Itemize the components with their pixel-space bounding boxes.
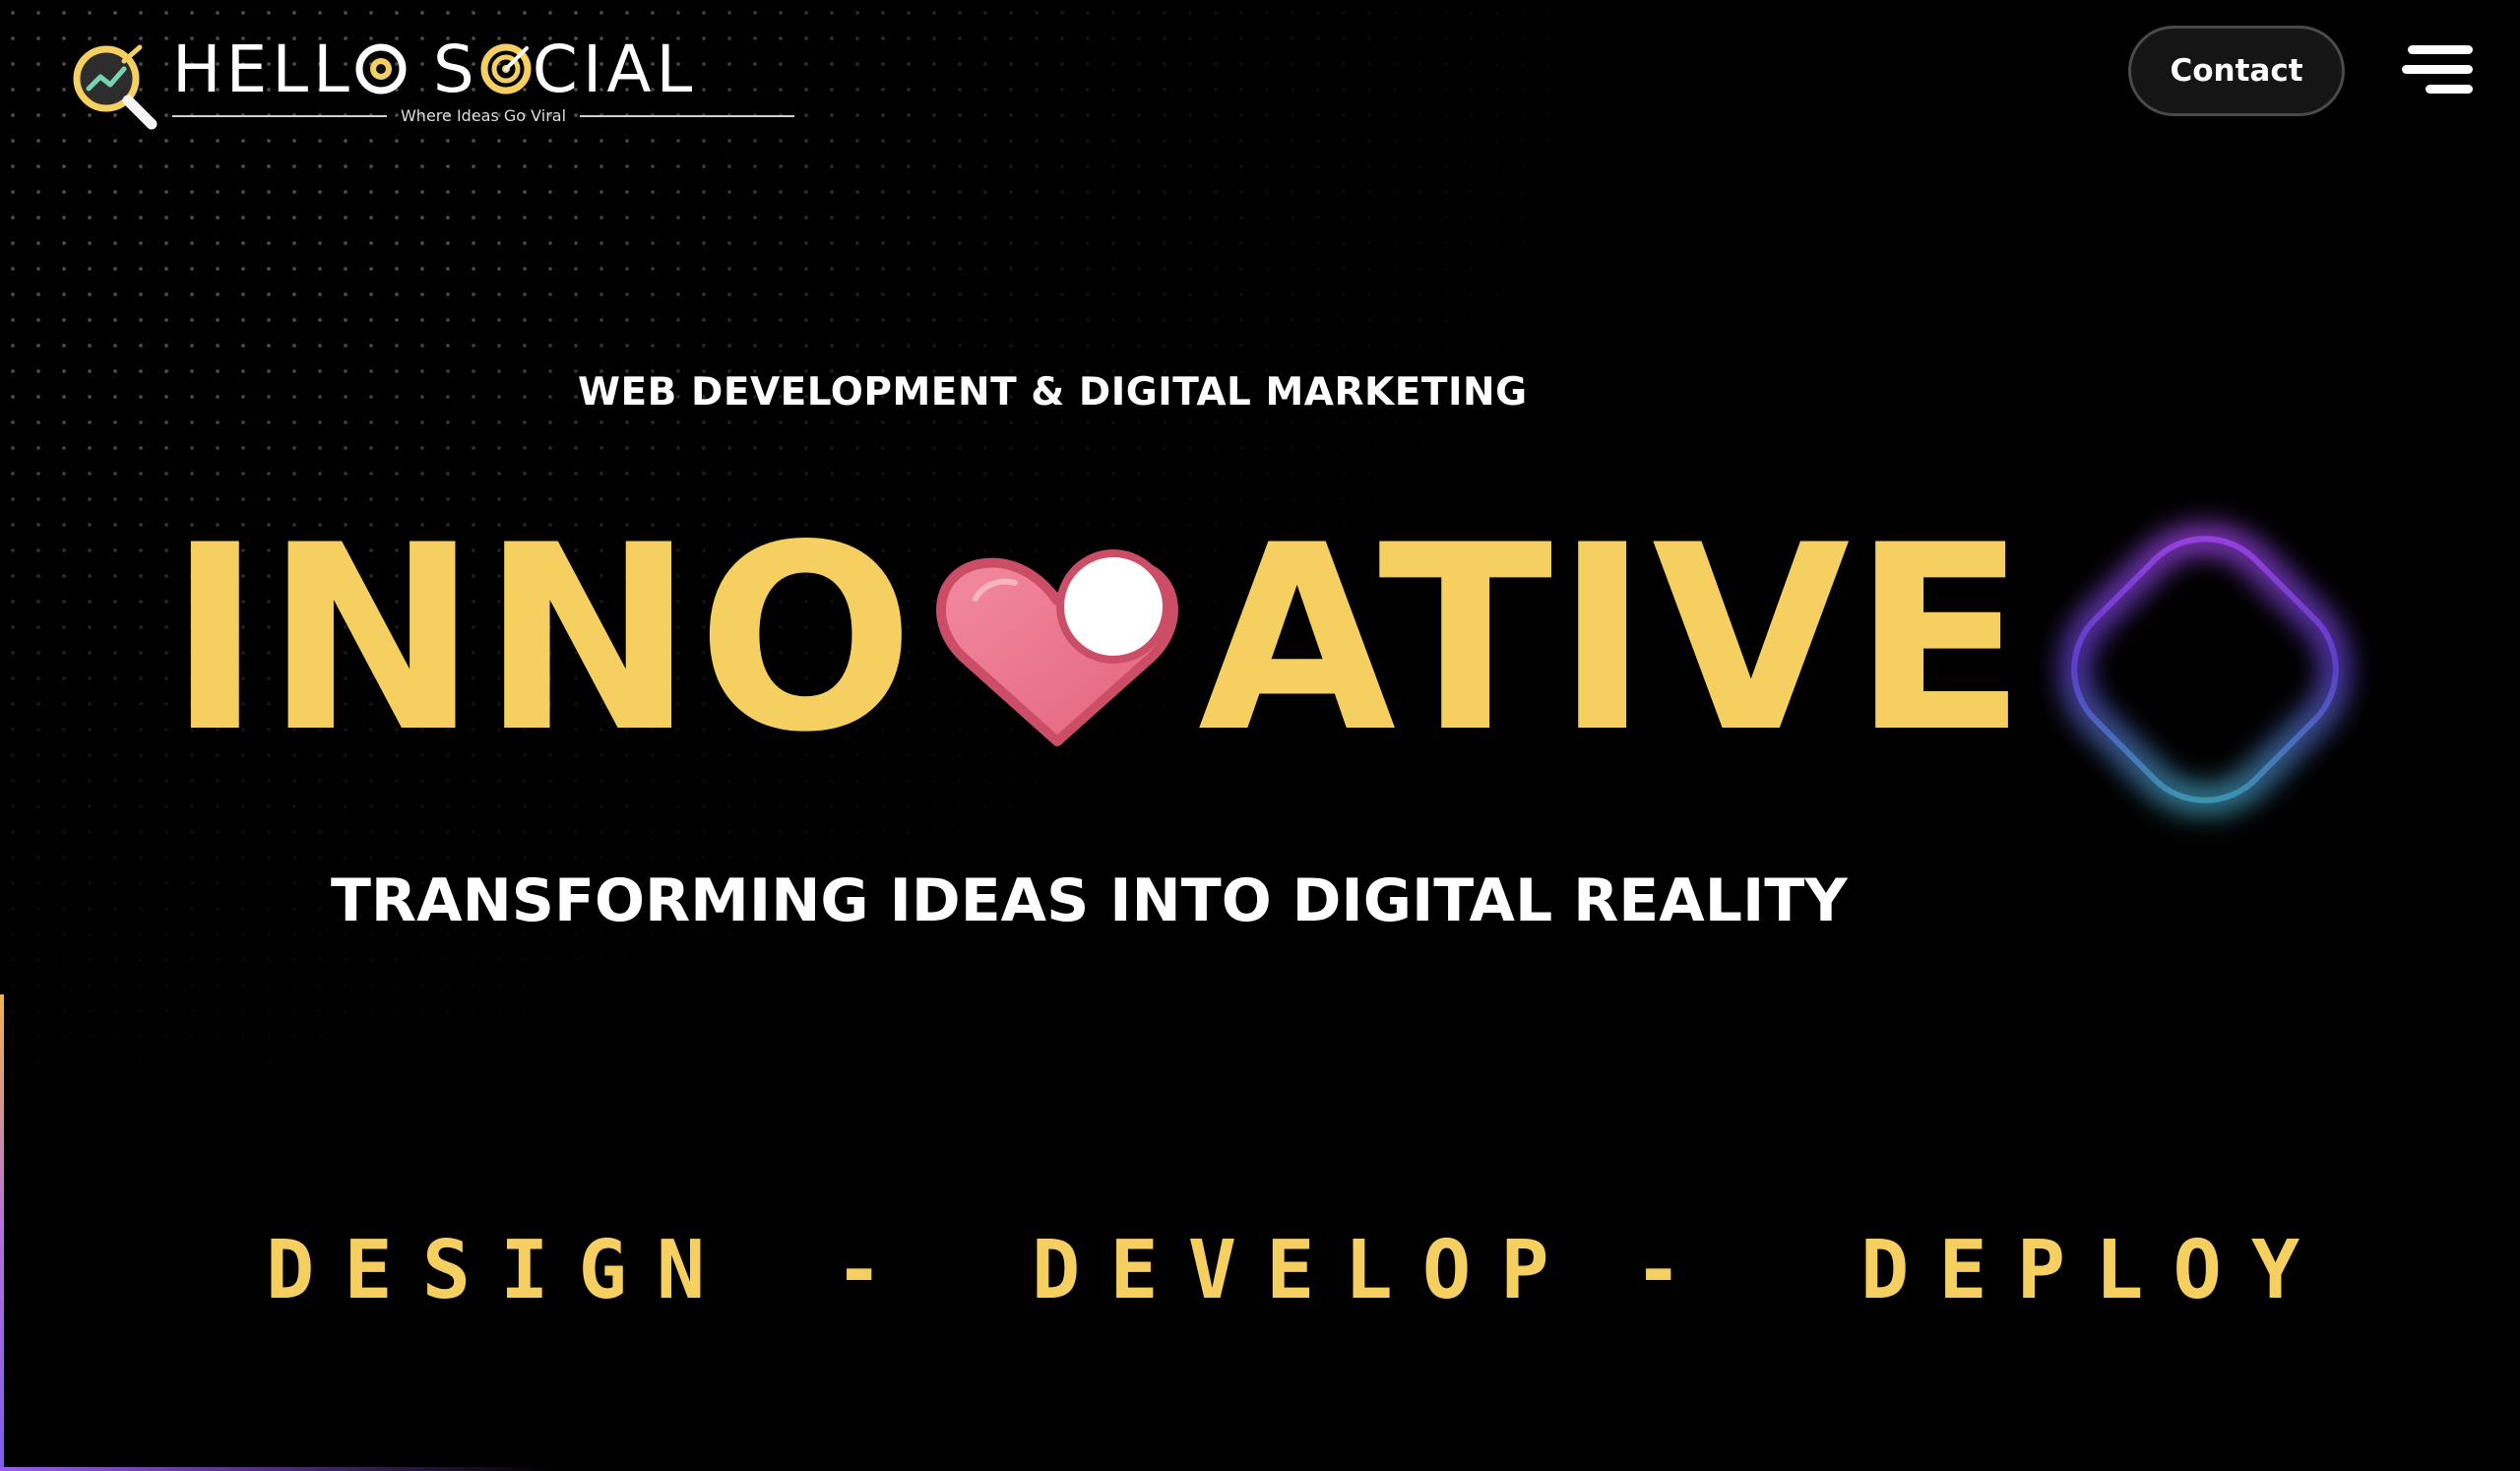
target-o-icon xyxy=(480,43,532,95)
brand-text-left: HELL xyxy=(172,32,354,107)
magnifier-logo-icon xyxy=(73,44,158,130)
process-steps: DESIGN - DEVELOP - DEPLOY xyxy=(266,1224,2300,1329)
hero-headline: INNO ATIVE xyxy=(167,492,2029,788)
brand-wordmark: HELL S CIAL xyxy=(172,37,697,102)
brand-text-mid: S xyxy=(432,32,479,107)
brand-tagline-row: Where Ideas Go Viral xyxy=(172,106,795,125)
hero-eyebrow: WEB DEVELOPMENT & DIGITAL MARKETING xyxy=(578,370,1528,415)
brand-tagline: Where Ideas Go Viral xyxy=(400,106,567,125)
tagline-rule-right xyxy=(580,114,795,117)
hamburger-menu-icon[interactable] xyxy=(2402,45,2473,96)
headline-part-2: ATIVE xyxy=(1197,491,2029,789)
step-separator-2: - xyxy=(1634,1224,1713,1317)
bottom-accent-border xyxy=(0,1467,551,1471)
tagline-rule-left xyxy=(172,114,387,117)
glow-shape-icon xyxy=(2061,526,2349,813)
heart-toggle-icon xyxy=(936,549,1178,746)
menu-line-bottom xyxy=(2426,85,2473,94)
menu-line-middle xyxy=(2402,65,2473,74)
left-accent-border xyxy=(0,994,4,1471)
contact-button[interactable]: Contact xyxy=(2128,26,2345,116)
step-develop: DEVELOP xyxy=(1032,1224,1579,1317)
brand-text-right: CIAL xyxy=(532,32,698,107)
brand-logo[interactable]: HELL S CIAL Where Ideas Go Viral xyxy=(69,35,795,134)
step-design: DESIGN xyxy=(266,1224,735,1317)
hero-subheadline: TRANSFORMING IDEAS INTO DIGITAL REALITY xyxy=(331,866,1848,935)
menu-line-top xyxy=(2408,45,2473,54)
page: HELL S CIAL Where Ideas Go Viral Contact … xyxy=(0,0,2520,1471)
headline-part-1: INNO xyxy=(167,491,916,789)
eye-o-icon xyxy=(355,43,407,95)
step-separator-1: - xyxy=(835,1224,914,1317)
step-deploy: DEPLOY xyxy=(1860,1224,2330,1317)
